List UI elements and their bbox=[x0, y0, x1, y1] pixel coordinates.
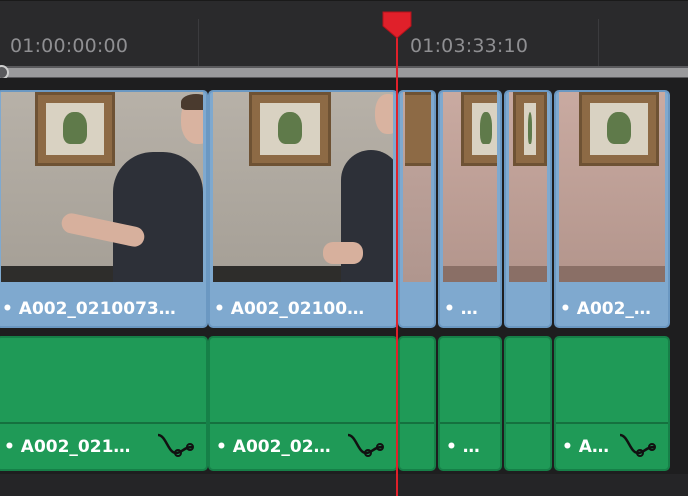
video-clip-5[interactable] bbox=[504, 90, 552, 328]
clip-thumbnail bbox=[213, 92, 393, 282]
clip-name: • A002_… bbox=[560, 299, 651, 319]
clip-thumbnail bbox=[509, 92, 547, 282]
clip-thumbnail bbox=[443, 92, 497, 282]
audio-clip-4[interactable]: • … bbox=[438, 336, 502, 471]
video-clip-2[interactable]: • A002_02100… bbox=[208, 90, 398, 328]
clip-divider bbox=[0, 422, 206, 424]
waveform-curve-icon[interactable] bbox=[156, 429, 194, 459]
clip-thumbnail bbox=[559, 92, 665, 282]
clip-name: • A002_02… bbox=[216, 437, 331, 457]
timecode-label-start: 01:00:00:00 bbox=[10, 35, 129, 57]
clip-thumbnail bbox=[403, 92, 431, 282]
timeline-bottom-strip bbox=[0, 474, 688, 496]
audio-clip-3[interactable] bbox=[398, 336, 436, 471]
ruler-tick bbox=[598, 19, 599, 67]
playhead-handle-icon[interactable] bbox=[381, 10, 413, 40]
clip-name: • A002_0210073… bbox=[2, 299, 176, 319]
clip-divider bbox=[400, 422, 434, 424]
video-clip-4[interactable]: • … bbox=[438, 90, 502, 328]
video-clip-6[interactable]: • A002_… bbox=[554, 90, 670, 328]
timecode-label-playhead: 01:03:33:10 bbox=[410, 35, 529, 57]
timeline-scroll-bar[interactable] bbox=[0, 68, 688, 77]
clip-name: • … bbox=[446, 437, 480, 457]
clip-divider bbox=[210, 422, 396, 424]
timeline-ruler[interactable]: 01:00:00:00 01:03:33:10 bbox=[0, 0, 688, 67]
clip-name: • A002_021… bbox=[4, 437, 131, 457]
track-separator bbox=[0, 78, 688, 90]
clip-divider bbox=[440, 422, 500, 424]
audio-clip-1[interactable]: • A002_021… bbox=[0, 336, 208, 471]
audio-clip-6[interactable]: • A… bbox=[554, 336, 670, 471]
waveform-curve-icon[interactable] bbox=[618, 429, 656, 459]
clip-name: • A… bbox=[562, 437, 609, 457]
audio-clip-5[interactable] bbox=[504, 336, 552, 471]
clip-thumbnail bbox=[1, 92, 203, 282]
playhead-line[interactable] bbox=[396, 28, 398, 496]
clip-divider bbox=[556, 422, 668, 424]
clip-divider bbox=[506, 422, 550, 424]
audio-clip-2[interactable]: • A002_02… bbox=[208, 336, 398, 471]
ruler-tick bbox=[198, 19, 199, 67]
clip-name: • … bbox=[444, 299, 478, 319]
video-clip-1[interactable]: • A002_0210073… bbox=[0, 90, 208, 328]
video-clip-3[interactable] bbox=[398, 90, 436, 328]
waveform-curve-icon[interactable] bbox=[346, 429, 384, 459]
clip-name: • A002_02100… bbox=[214, 299, 365, 319]
